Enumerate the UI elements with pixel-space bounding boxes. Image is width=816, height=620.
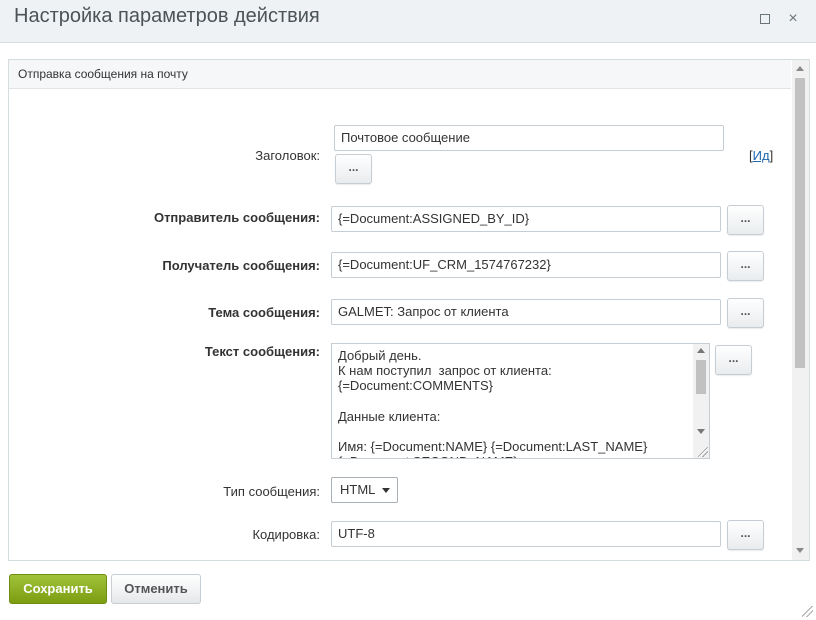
cancel-button[interactable]: Отменить [111, 574, 201, 604]
settings-panel: Отправка сообщения на почту Заголовок: П… [8, 59, 810, 561]
ident-bracket-close: ] [769, 148, 774, 163]
textarea-scrollbar[interactable] [693, 344, 709, 458]
chevron-down-icon [382, 488, 390, 493]
header-input[interactable]: Почтовое сообщение [334, 125, 724, 151]
body-textarea[interactable]: Добрый день. К нам поступил запрос от кл… [331, 343, 710, 459]
header-dots-button[interactable]: ... [335, 154, 372, 184]
section-title: Отправка сообщения на почту [18, 67, 188, 81]
topic-input[interactable]: GALMET: Запрос от клиента [331, 299, 721, 325]
recipient-dots-button[interactable]: ... [727, 251, 764, 281]
recipient-label: Получатель сообщения: [162, 258, 320, 273]
ident-link-wrapper: [Ид] [749, 148, 773, 163]
scroll-up-icon[interactable] [796, 66, 804, 71]
sender-label: Отправитель сообщения: [153, 210, 320, 225]
dialog-titlebar: Настройка параметров действия × [0, 0, 816, 43]
body-text: Добрый день. К нам поступил запрос от кл… [338, 348, 648, 458]
sender-input[interactable]: {=Document:ASSIGNED_BY_ID} [331, 206, 721, 232]
message-type-value: HTML [340, 482, 376, 497]
section-header: Отправка сообщения на почту [9, 60, 791, 89]
textarea-scroll-down-icon[interactable] [697, 429, 705, 434]
dialog-title: Настройка параметров действия [14, 5, 320, 27]
encoding-dots-button[interactable]: ... [727, 520, 764, 550]
encoding-input[interactable]: UTF-8 [331, 521, 721, 547]
scroll-down-icon[interactable] [796, 548, 804, 553]
scroll-thumb[interactable] [795, 78, 805, 368]
header-label: Заголовок: [255, 148, 320, 163]
topic-dots-button[interactable]: ... [727, 298, 764, 328]
maximize-icon[interactable] [758, 12, 772, 26]
textarea-scroll-up-icon[interactable] [697, 348, 705, 353]
topic-label: Тема сообщения: [208, 305, 320, 320]
save-button[interactable]: Сохранить [9, 574, 107, 604]
sender-dots-button[interactable]: ... [727, 205, 764, 235]
recipient-input[interactable]: {=Document:UF_CRM_1574767232} [331, 252, 721, 278]
message-type-select[interactable]: HTML [331, 477, 398, 503]
message-type-label: Тип сообщения: [223, 484, 320, 499]
dialog-resize-icon[interactable] [802, 606, 813, 617]
panel-scrollbar[interactable] [792, 60, 809, 560]
body-label: Текст сообщения: [204, 344, 320, 359]
textarea-resize-icon[interactable] [698, 447, 708, 457]
textarea-scroll-thumb[interactable] [696, 360, 706, 394]
ident-link[interactable]: Ид [753, 148, 770, 163]
body-dots-button[interactable]: ... [715, 345, 752, 375]
encoding-label: Кодировка: [252, 527, 320, 542]
close-icon[interactable]: × [786, 11, 800, 27]
